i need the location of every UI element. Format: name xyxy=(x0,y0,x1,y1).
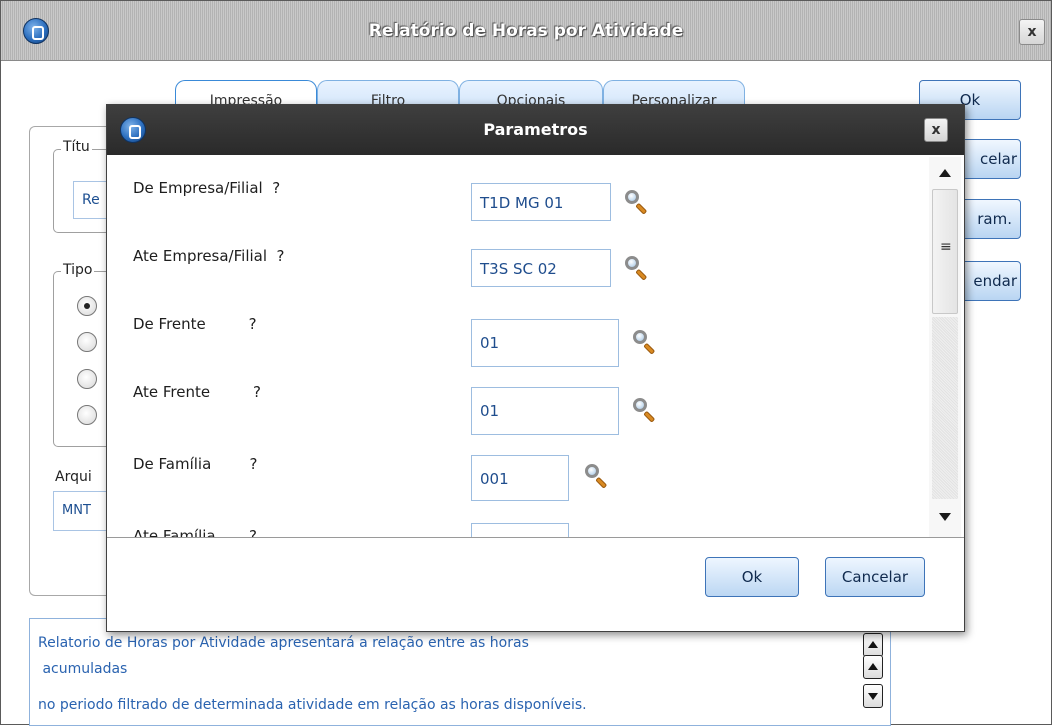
scroll-up-icon[interactable] xyxy=(939,169,951,177)
param-label-de-frente: De Frente ? xyxy=(133,315,257,333)
main-window-title: Relatório de Horas por Atividade xyxy=(368,21,684,41)
param-input-ate-familia[interactable] xyxy=(471,523,569,537)
scrollbar-grip-icon: ≡ xyxy=(940,239,952,255)
search-icon[interactable] xyxy=(631,329,657,355)
parameters-scrollbar[interactable]: ≡ xyxy=(929,157,961,537)
type-radio-2[interactable] xyxy=(77,332,97,352)
main-titlebar[interactable]: Relatório de Horas por Atividade x xyxy=(1,1,1051,61)
scroll-down-icon[interactable] xyxy=(939,513,951,521)
param-input-de-frente[interactable]: 01 xyxy=(471,319,619,367)
parametros-close-button[interactable]: x xyxy=(924,118,948,142)
description-line-3: no periodo filtrado de determinada ativi… xyxy=(38,697,587,713)
title-group-label: Títu xyxy=(61,139,92,155)
param-input-de-familia[interactable]: 001 xyxy=(471,455,569,501)
parameters-list: De Empresa/Filial ? T1D MG 01 Ate Empres… xyxy=(107,157,964,537)
type-radio-3[interactable] xyxy=(77,369,97,389)
param-cancel-button[interactable]: Cancelar xyxy=(825,557,925,597)
main-close-button[interactable]: x xyxy=(1019,19,1045,45)
parametros-title: Parametros xyxy=(483,120,588,139)
description-scroll-up-icon-2[interactable] xyxy=(863,655,883,679)
scrollbar-track[interactable] xyxy=(932,317,958,499)
file-label: Arqui xyxy=(53,469,94,485)
search-icon[interactable] xyxy=(623,255,649,281)
param-input-ate-empresa-filial[interactable]: T3S SC 02 xyxy=(471,249,611,287)
param-label-de-familia: De Família ? xyxy=(133,455,258,473)
param-label-ate-frente: Ate Frente ? xyxy=(133,383,261,401)
description-scroll-down-icon[interactable] xyxy=(863,684,883,708)
parametros-titlebar[interactable]: Parametros x xyxy=(107,105,964,155)
description-line-1: Relatorio de Horas por Atividade apresen… xyxy=(38,635,529,651)
search-icon[interactable] xyxy=(631,397,657,423)
description-line-2: acumuladas xyxy=(38,661,128,677)
dialog-divider xyxy=(107,537,964,538)
param-label-ate-familia: Ate Família ? xyxy=(133,527,257,537)
description-box: Relatorio de Horas por Atividade apresen… xyxy=(29,618,891,726)
type-radio-1[interactable] xyxy=(77,296,97,316)
parameters-button-label: ram. xyxy=(977,210,1012,228)
file-field[interactable]: MNT xyxy=(53,491,113,531)
param-label-de-empresa-filial: De Empresa/Filial ? xyxy=(133,179,281,197)
description-scroll-up-icon[interactable] xyxy=(863,633,883,657)
parametros-dialog: Parametros x De Empresa/Filial ? T1D MG … xyxy=(106,104,965,632)
param-input-ate-frente[interactable]: 01 xyxy=(471,387,619,435)
type-group-label: Tipo xyxy=(61,262,95,278)
schedule-button-label: endar xyxy=(973,272,1017,290)
param-label-ate-empresa-filial: Ate Empresa/Filial ? xyxy=(133,247,285,265)
cancel-button-label: celar xyxy=(979,150,1017,168)
param-input-de-empresa-filial[interactable]: T1D MG 01 xyxy=(471,183,611,221)
search-icon[interactable] xyxy=(623,189,649,215)
param-ok-button[interactable]: Ok xyxy=(705,557,799,597)
search-icon[interactable] xyxy=(583,463,609,489)
type-radio-4[interactable] xyxy=(77,405,97,425)
scrollbar-thumb[interactable]: ≡ xyxy=(932,189,958,314)
